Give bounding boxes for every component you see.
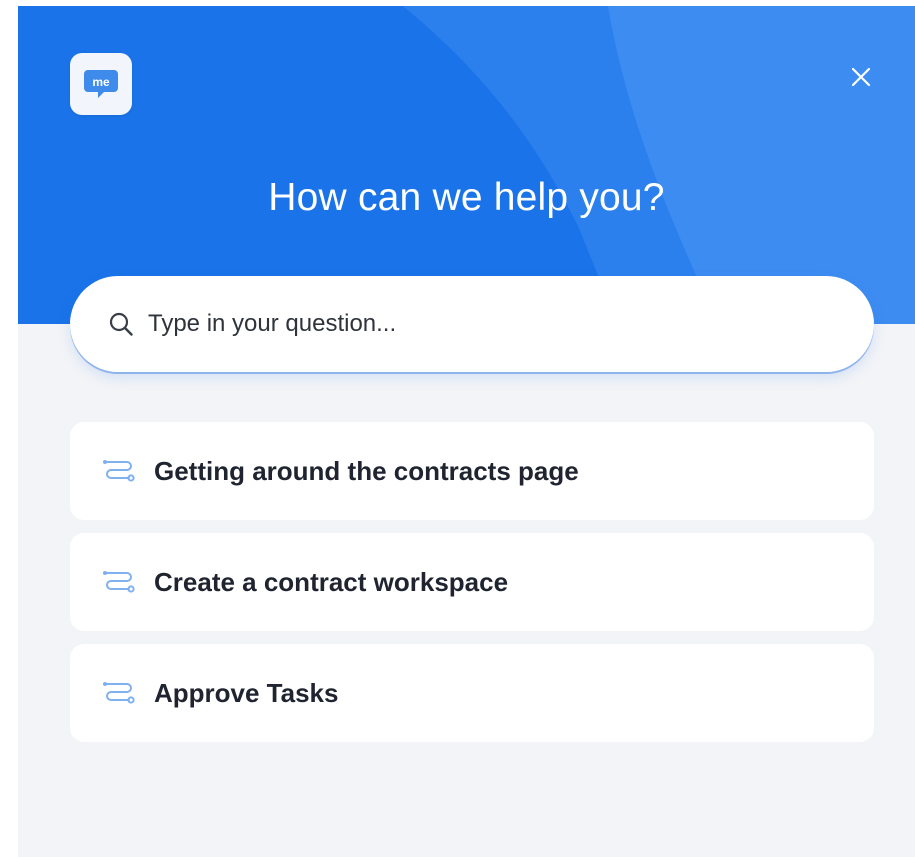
route-icon: [103, 571, 135, 593]
topic-item-approve-tasks[interactable]: Approve Tasks: [70, 644, 874, 742]
page-title: How can we help you?: [268, 176, 665, 219]
topic-label: Getting around the contracts page: [154, 455, 579, 486]
search-input[interactable]: [148, 310, 828, 338]
topic-label: Create a contract workspace: [154, 566, 509, 597]
search-icon: [109, 312, 133, 336]
topic-item-contracts-page[interactable]: Getting around the contracts page: [70, 422, 874, 520]
close-icon: [851, 67, 871, 87]
help-widget: me How can we help you? Getting around t…: [18, 6, 915, 857]
topic-label: Approve Tasks: [154, 677, 339, 708]
topic-item-contract-workspace[interactable]: Create a contract workspace: [70, 533, 874, 631]
close-button[interactable]: [844, 60, 878, 94]
logo: me: [70, 53, 132, 115]
chat-bubble-logo-icon: me: [84, 70, 118, 98]
route-icon: [103, 460, 135, 482]
logo-text: me: [92, 75, 110, 89]
search-bar[interactable]: [70, 276, 874, 372]
topic-list: Getting around the contracts page Create…: [70, 422, 874, 755]
route-icon: [103, 682, 135, 704]
